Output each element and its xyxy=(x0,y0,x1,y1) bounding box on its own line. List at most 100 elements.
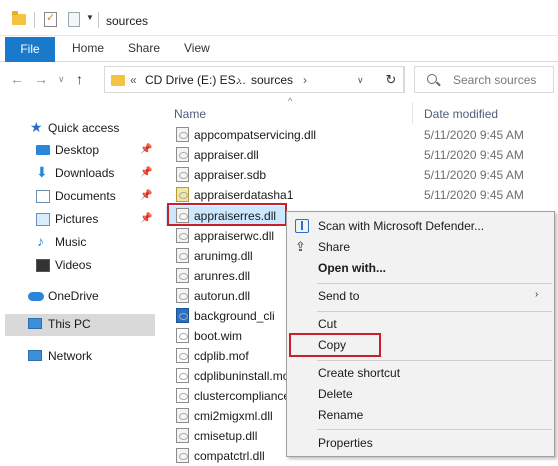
menu-item-label: Send to xyxy=(318,289,360,303)
file-date: 5/11/2020 9:45 AM xyxy=(424,148,524,162)
desktop-icon xyxy=(36,145,50,155)
file-row[interactable]: appcompatservicing.dll 5/11/2020 9:45 AM xyxy=(166,125,558,145)
file-date: 5/11/2020 9:45 AM xyxy=(424,128,524,142)
properties-quick-icon[interactable] xyxy=(44,11,57,27)
menu-separator xyxy=(317,429,552,430)
nav-item-label: Network xyxy=(48,349,93,363)
file-icon xyxy=(176,388,189,403)
column-header-name[interactable]: Name xyxy=(174,107,206,121)
file-row[interactable]: appraiser.sdb 5/11/2020 9:45 AM xyxy=(166,165,558,185)
address-dropdown-chevron-icon[interactable]: ∨ xyxy=(357,75,364,86)
file-row[interactable]: appraiserdatasha1 5/11/2020 9:45 AM xyxy=(166,185,558,205)
nav-item-label: Quick access xyxy=(48,121,120,135)
address-bar[interactable]: « CD Drive (E:) ES... › sources › ∨ xyxy=(104,66,404,93)
file-name: compatctrl.dll xyxy=(194,449,265,463)
menu-item-share[interactable]: ⇪ Share xyxy=(287,237,554,258)
menu-item-scan-defender[interactable]: Scan with Microsoft Defender... xyxy=(287,216,554,237)
column-header-date-modified[interactable]: Date modified xyxy=(424,107,498,121)
back-arrow-icon[interactable]: ← xyxy=(10,71,24,87)
refresh-icon[interactable]: ↻ xyxy=(378,66,405,93)
title-bar: ▼ sources xyxy=(0,0,558,36)
column-divider[interactable] xyxy=(412,102,413,124)
nav-item-pictures[interactable]: Pictures 📌 xyxy=(0,209,155,231)
documents-icon xyxy=(36,190,50,203)
file-row[interactable]: appraiser.dll 5/11/2020 9:45 AM xyxy=(166,145,558,165)
breadcrumb-drive[interactable]: CD Drive (E:) ES... xyxy=(145,73,246,87)
nav-item-label: Pictures xyxy=(55,212,99,226)
highlight-box-appraiserres xyxy=(167,203,287,226)
breadcrumb-sources[interactable]: sources xyxy=(251,73,293,87)
nav-item-network[interactable]: Network xyxy=(0,346,155,368)
menu-item-label: Scan with Microsoft Defender... xyxy=(318,219,485,233)
dll-file-icon xyxy=(176,448,189,463)
file-date: 5/11/2020 9:45 AM xyxy=(424,188,524,202)
new-folder-quick-icon[interactable] xyxy=(68,12,80,27)
file-name: clustercompliance xyxy=(194,389,291,403)
nav-item-label: OneDrive xyxy=(48,289,99,303)
nav-item-videos[interactable]: Videos xyxy=(0,255,155,277)
star-icon: ★ xyxy=(30,119,43,135)
menu-item-label: Delete xyxy=(318,387,353,401)
dll-file-icon xyxy=(176,268,189,283)
file-name: arunimg.dll xyxy=(194,249,253,263)
onedrive-cloud-icon xyxy=(28,292,44,301)
nav-item-onedrive[interactable]: OneDrive xyxy=(0,286,155,308)
file-name: appraiser.sdb xyxy=(194,168,267,182)
videos-icon xyxy=(36,259,50,272)
menu-item-create-shortcut[interactable]: Create shortcut xyxy=(287,363,554,384)
menu-item-cut[interactable]: Cut xyxy=(287,314,554,335)
menu-item-open-with[interactable]: Open with... xyxy=(287,258,554,279)
up-arrow-icon[interactable]: ↑ xyxy=(76,71,83,87)
titlebar-divider xyxy=(98,12,99,28)
file-name: boot.wim xyxy=(194,329,243,343)
search-box[interactable]: Search sources xyxy=(414,66,554,93)
dll-file-icon xyxy=(176,228,189,243)
network-icon xyxy=(28,350,42,361)
tab-view[interactable]: View xyxy=(184,41,210,55)
dll-file-icon xyxy=(176,147,189,162)
menu-item-label: Cut xyxy=(318,317,337,331)
file-name: cmi2migxml.dll xyxy=(194,409,273,423)
download-icon: ⬇ xyxy=(36,164,48,180)
file-name: cdplib.mof xyxy=(194,349,249,363)
nav-item-desktop[interactable]: Desktop 📌 xyxy=(0,140,155,162)
menu-item-properties[interactable]: Properties xyxy=(287,433,554,454)
forward-arrow-icon[interactable]: → xyxy=(34,71,48,87)
menu-item-send-to[interactable]: Send to › xyxy=(287,286,554,307)
share-icon: ⇪ xyxy=(295,239,306,254)
breadcrumb-separator[interactable]: › xyxy=(237,73,241,87)
file-name: appraiserdatasha1 xyxy=(194,188,294,202)
menu-item-delete[interactable]: Delete xyxy=(287,384,554,405)
file-name: appraiserwc.dll xyxy=(194,229,275,243)
tab-file[interactable]: File xyxy=(5,37,55,62)
dll-file-icon xyxy=(176,248,189,263)
menu-separator xyxy=(317,360,552,361)
address-row: ← → ∨ ↑ « CD Drive (E:) ES... › sources … xyxy=(0,62,558,98)
nav-item-this-pc[interactable]: This PC xyxy=(5,314,155,336)
window-title: sources xyxy=(106,14,149,28)
menu-item-label: Open with... xyxy=(318,261,386,275)
nav-item-label: Documents xyxy=(55,189,116,203)
chevron-right-icon: › xyxy=(535,289,539,300)
customize-quick-access-dropdown-icon[interactable]: ▼ xyxy=(86,13,94,22)
nav-item-label: Desktop xyxy=(55,143,100,157)
search-icon xyxy=(427,74,437,84)
recent-locations-chevron-icon[interactable]: ∨ xyxy=(58,74,65,85)
file-name: autorun.dll xyxy=(194,289,251,303)
tab-share[interactable]: Share xyxy=(128,41,160,55)
menu-item-rename[interactable]: Rename xyxy=(287,405,554,426)
nav-item-documents[interactable]: Documents 📌 xyxy=(0,186,155,208)
tab-home[interactable]: Home xyxy=(72,41,104,55)
nav-item-label: Downloads xyxy=(55,166,115,180)
nav-item-downloads[interactable]: ⬇ Downloads 📌 xyxy=(0,163,155,185)
breadcrumb-separator[interactable]: › xyxy=(303,73,307,87)
pin-icon: 📌 xyxy=(140,167,153,178)
menu-separator xyxy=(317,283,552,284)
pin-icon: 📌 xyxy=(140,213,153,224)
sort-ascending-icon: ^ xyxy=(288,96,293,106)
dll-file-icon xyxy=(176,428,189,443)
nav-item-music[interactable]: ♪ Music xyxy=(0,232,155,254)
sdb-file-icon xyxy=(176,167,189,182)
breadcrumb-overflow[interactable]: « xyxy=(130,73,137,87)
file-name: appraiser.dll xyxy=(194,148,259,162)
